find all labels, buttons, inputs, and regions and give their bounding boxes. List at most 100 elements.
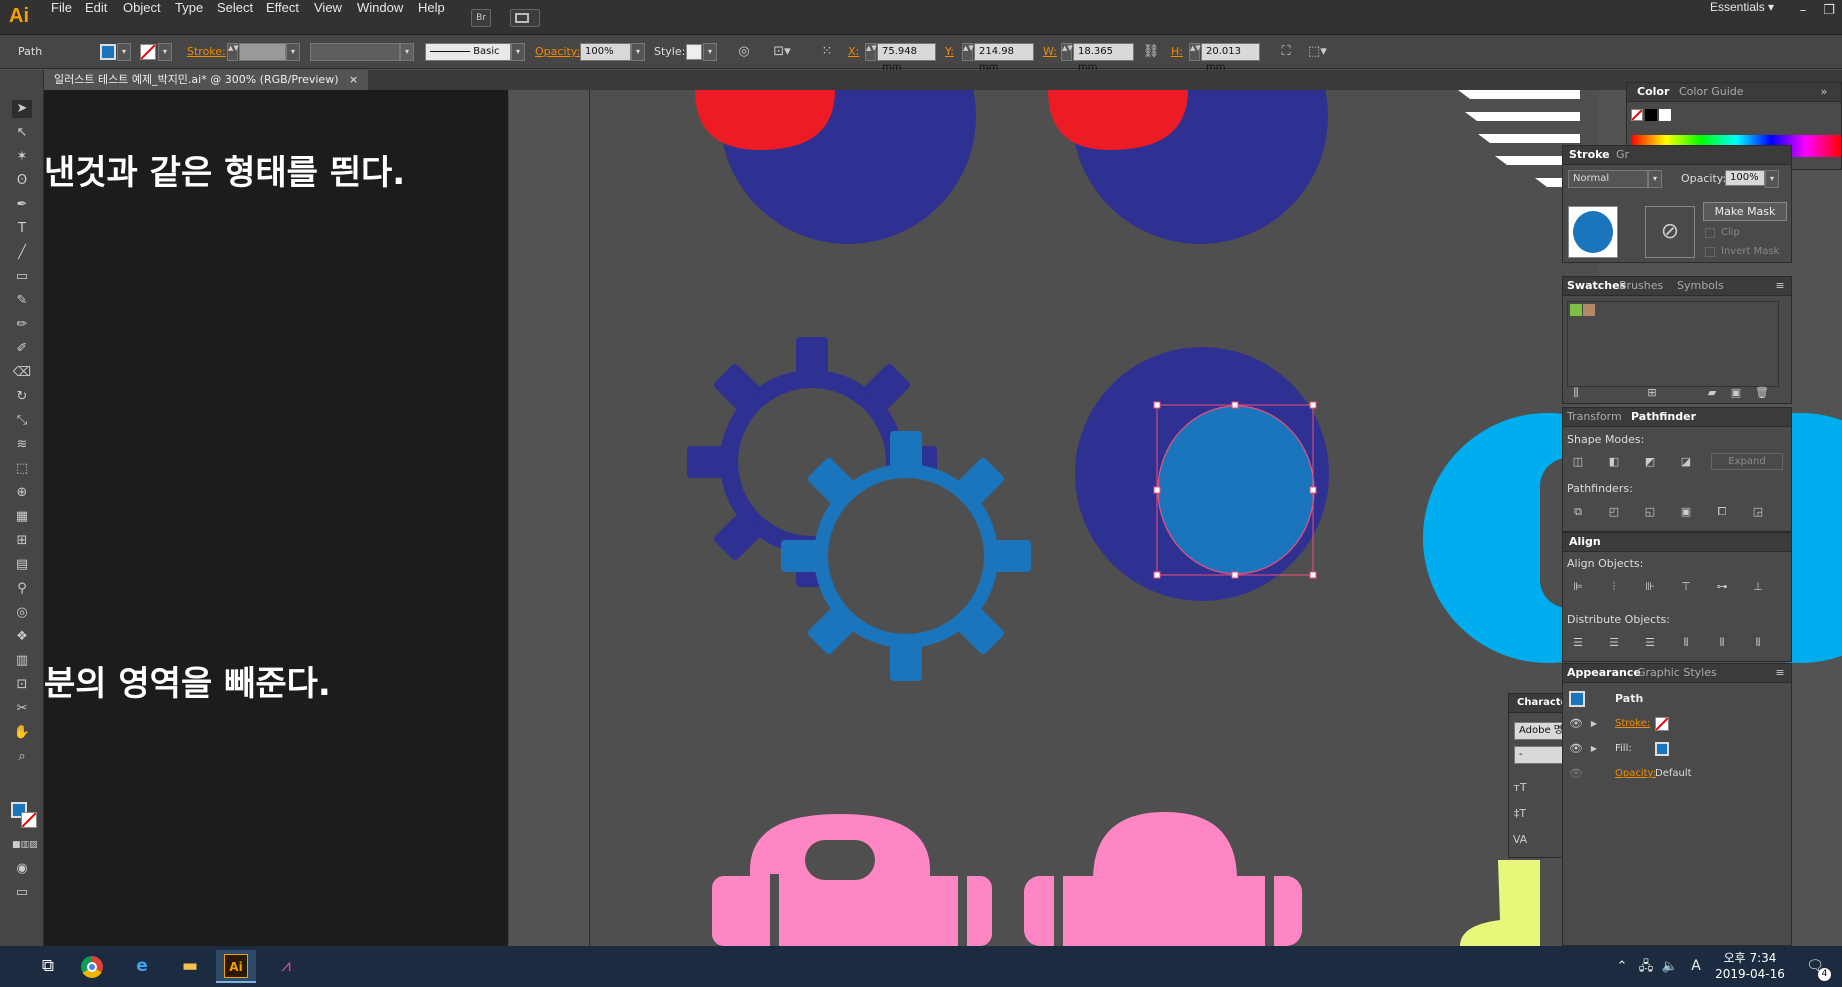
appearance-opacity-value: Default bbox=[1655, 768, 1692, 779]
make-mask-button[interactable]: Make Mask bbox=[1703, 202, 1787, 221]
tab-character[interactable]: Characte bbox=[1517, 694, 1567, 712]
align-objects-label: Align Objects: bbox=[1567, 557, 1644, 570]
transparency-panel: Stroke Gr Normal ▾ Opacity: 100% ▾ ⊘ Mak… bbox=[1562, 145, 1792, 263]
none-swatch-icon[interactable] bbox=[1631, 109, 1643, 121]
tab-pathfinder[interactable]: Pathfinder bbox=[1631, 408, 1696, 426]
edge-icon[interactable]: e bbox=[122, 950, 162, 983]
intersect-icon[interactable]: ◩ bbox=[1641, 454, 1659, 470]
distribute-vcenter-icon[interactable]: ☰ bbox=[1605, 635, 1623, 651]
tab-graphic-styles[interactable]: Graphic Styles bbox=[1637, 664, 1717, 682]
black-swatch[interactable] bbox=[1645, 109, 1657, 121]
illustrator-taskbar-icon[interactable]: Ai bbox=[216, 950, 256, 983]
stroke-expand-icon[interactable]: ▶ bbox=[1585, 716, 1603, 732]
fill-expand-icon[interactable]: ▶ bbox=[1585, 741, 1603, 757]
distribute-top-icon[interactable]: ☰ bbox=[1569, 635, 1587, 651]
distribute-right-icon[interactable]: ⫴ bbox=[1749, 635, 1767, 651]
swatch-list bbox=[1567, 301, 1779, 387]
delete-swatch-icon[interactable]: 🗑 bbox=[1753, 385, 1771, 401]
fill-visibility-icon[interactable]: 👁 bbox=[1567, 741, 1585, 757]
ime-indicator[interactable]: A bbox=[1686, 950, 1706, 983]
transparency-opacity-label: Opacity: bbox=[1681, 172, 1727, 185]
distribute-hcenter-icon[interactable]: ⫴ bbox=[1713, 635, 1731, 651]
align-bottom-icon[interactable]: ⊥ bbox=[1749, 579, 1767, 595]
align-left-icon[interactable]: ⊫ bbox=[1569, 579, 1587, 595]
clock[interactable]: 오후 7:34 2019-04-16 bbox=[1712, 950, 1788, 982]
tab-swatches[interactable]: Swatches bbox=[1567, 277, 1626, 295]
invert-mask-checkbox[interactable] bbox=[1705, 247, 1715, 257]
appearance-menu-icon[interactable]: ≡ bbox=[1771, 665, 1789, 681]
mask-thumbnail: ⊘ bbox=[1645, 206, 1695, 258]
tab-color-guide[interactable]: Color Guide bbox=[1679, 83, 1744, 101]
tab-color[interactable]: Color bbox=[1637, 83, 1669, 101]
align-right-icon[interactable]: ⊪ bbox=[1641, 579, 1659, 595]
tab-symbols[interactable]: Symbols bbox=[1677, 277, 1724, 295]
swatch-libraries-icon[interactable]: ⫼ bbox=[1567, 385, 1585, 401]
unite-icon[interactable]: ◫ bbox=[1569, 454, 1587, 470]
appearance-opacity-label[interactable]: Opacity: bbox=[1615, 768, 1656, 779]
show-kinds-icon[interactable]: ⊞ bbox=[1643, 385, 1661, 401]
align-hcenter-icon[interactable]: ⫶ bbox=[1605, 579, 1623, 595]
chrome-icon[interactable] bbox=[72, 950, 112, 983]
appearance-fill-swatch[interactable] bbox=[1655, 742, 1669, 756]
blend-mode-dropdown[interactable]: ▾ bbox=[1648, 170, 1662, 188]
font-size-icon: ᴛT bbox=[1513, 781, 1527, 794]
tab-gradient[interactable]: Gr bbox=[1616, 146, 1629, 164]
tab-stroke[interactable]: Stroke bbox=[1569, 146, 1610, 164]
file-explorer-icon[interactable]: ▬ bbox=[170, 950, 210, 983]
kerning-icon: VA bbox=[1512, 833, 1528, 846]
crop-icon[interactable]: ▣ bbox=[1677, 504, 1695, 520]
appearance-fill-label[interactable]: Fill: bbox=[1615, 743, 1632, 754]
divide-icon[interactable]: ⧉ bbox=[1569, 504, 1587, 520]
outline-icon[interactable]: ⧠ bbox=[1713, 504, 1731, 520]
clock-time: 오후 7:34 bbox=[1723, 951, 1777, 965]
minus-front-icon[interactable]: ◧ bbox=[1605, 454, 1623, 470]
tab-appearance[interactable]: Appearance bbox=[1567, 664, 1641, 682]
network-icon[interactable]: 🖧 bbox=[1636, 950, 1656, 983]
white-swatch[interactable] bbox=[1659, 109, 1671, 121]
pink-bag-left[interactable] bbox=[712, 814, 992, 946]
clip-label: Clip bbox=[1721, 227, 1740, 238]
pink-bag-right[interactable] bbox=[1024, 812, 1302, 946]
taegeuk-right[interactable] bbox=[1048, 0, 1328, 244]
transparency-opacity-dropdown[interactable]: ▾ bbox=[1765, 170, 1779, 188]
transparency-opacity-field[interactable]: 100% bbox=[1725, 170, 1765, 186]
distribute-objects-label: Distribute Objects: bbox=[1567, 613, 1670, 626]
swatch-pattern-2[interactable] bbox=[1583, 304, 1595, 316]
tab-align[interactable]: Align bbox=[1569, 533, 1601, 551]
appearance-stroke-swatch[interactable] bbox=[1655, 717, 1669, 731]
clip-checkbox[interactable] bbox=[1705, 228, 1715, 238]
align-panel: Align Align Objects: ⊫ ⫶ ⊪ ⊤ ⊶ ⊥ Distrib… bbox=[1562, 532, 1792, 662]
swatch-pattern-1[interactable] bbox=[1570, 304, 1582, 316]
collapse-icon[interactable]: » bbox=[1815, 84, 1833, 100]
align-vcenter-icon[interactable]: ⊶ bbox=[1713, 579, 1731, 595]
expand-button[interactable]: Expand bbox=[1711, 453, 1783, 470]
panel-menu-icon[interactable]: ≡ bbox=[1771, 278, 1789, 294]
distribute-bottom-icon[interactable]: ☰ bbox=[1641, 635, 1659, 651]
blend-mode-select[interactable]: Normal bbox=[1568, 170, 1648, 188]
tab-transform[interactable]: Transform bbox=[1567, 408, 1622, 426]
new-color-group-icon[interactable]: ▰ bbox=[1703, 385, 1721, 401]
taegeuk-left[interactable] bbox=[695, 0, 976, 244]
gear-blue[interactable] bbox=[781, 431, 1031, 681]
distribute-left-icon[interactable]: ⫴ bbox=[1677, 635, 1695, 651]
no-mask-icon: ⊘ bbox=[1660, 219, 1680, 244]
selected-blue-circle[interactable] bbox=[1157, 405, 1315, 575]
task-view-icon[interactable]: ⧉ bbox=[28, 950, 68, 983]
stroke-visibility-icon[interactable]: 👁 bbox=[1567, 716, 1585, 732]
clock-date: 2019-04-16 bbox=[1715, 967, 1785, 981]
opacity-visibility-icon[interactable]: 👁 bbox=[1567, 766, 1585, 782]
app-icon[interactable]: ⩘ bbox=[266, 950, 306, 983]
trim-icon[interactable]: ◰ bbox=[1605, 504, 1623, 520]
invert-mask-label: Invert Mask bbox=[1721, 246, 1780, 257]
appearance-panel: Appearance Graphic Styles ≡ Path 👁 ▶ Str… bbox=[1562, 663, 1792, 946]
volume-icon[interactable]: 🔈 bbox=[1660, 950, 1680, 983]
new-swatch-icon[interactable]: ▣ bbox=[1727, 385, 1745, 401]
tray-chevron-icon[interactable]: ⌃ bbox=[1612, 950, 1632, 983]
merge-icon[interactable]: ◱ bbox=[1641, 504, 1659, 520]
minus-back-icon[interactable]: ◲ bbox=[1749, 504, 1767, 520]
exclude-icon[interactable]: ◪ bbox=[1677, 454, 1695, 470]
align-top-icon[interactable]: ⊤ bbox=[1677, 579, 1695, 595]
appearance-stroke-label[interactable]: Stroke: bbox=[1615, 718, 1650, 729]
tab-brushes[interactable]: Brushes bbox=[1619, 277, 1663, 295]
yellow-shape[interactable] bbox=[1460, 860, 1540, 946]
